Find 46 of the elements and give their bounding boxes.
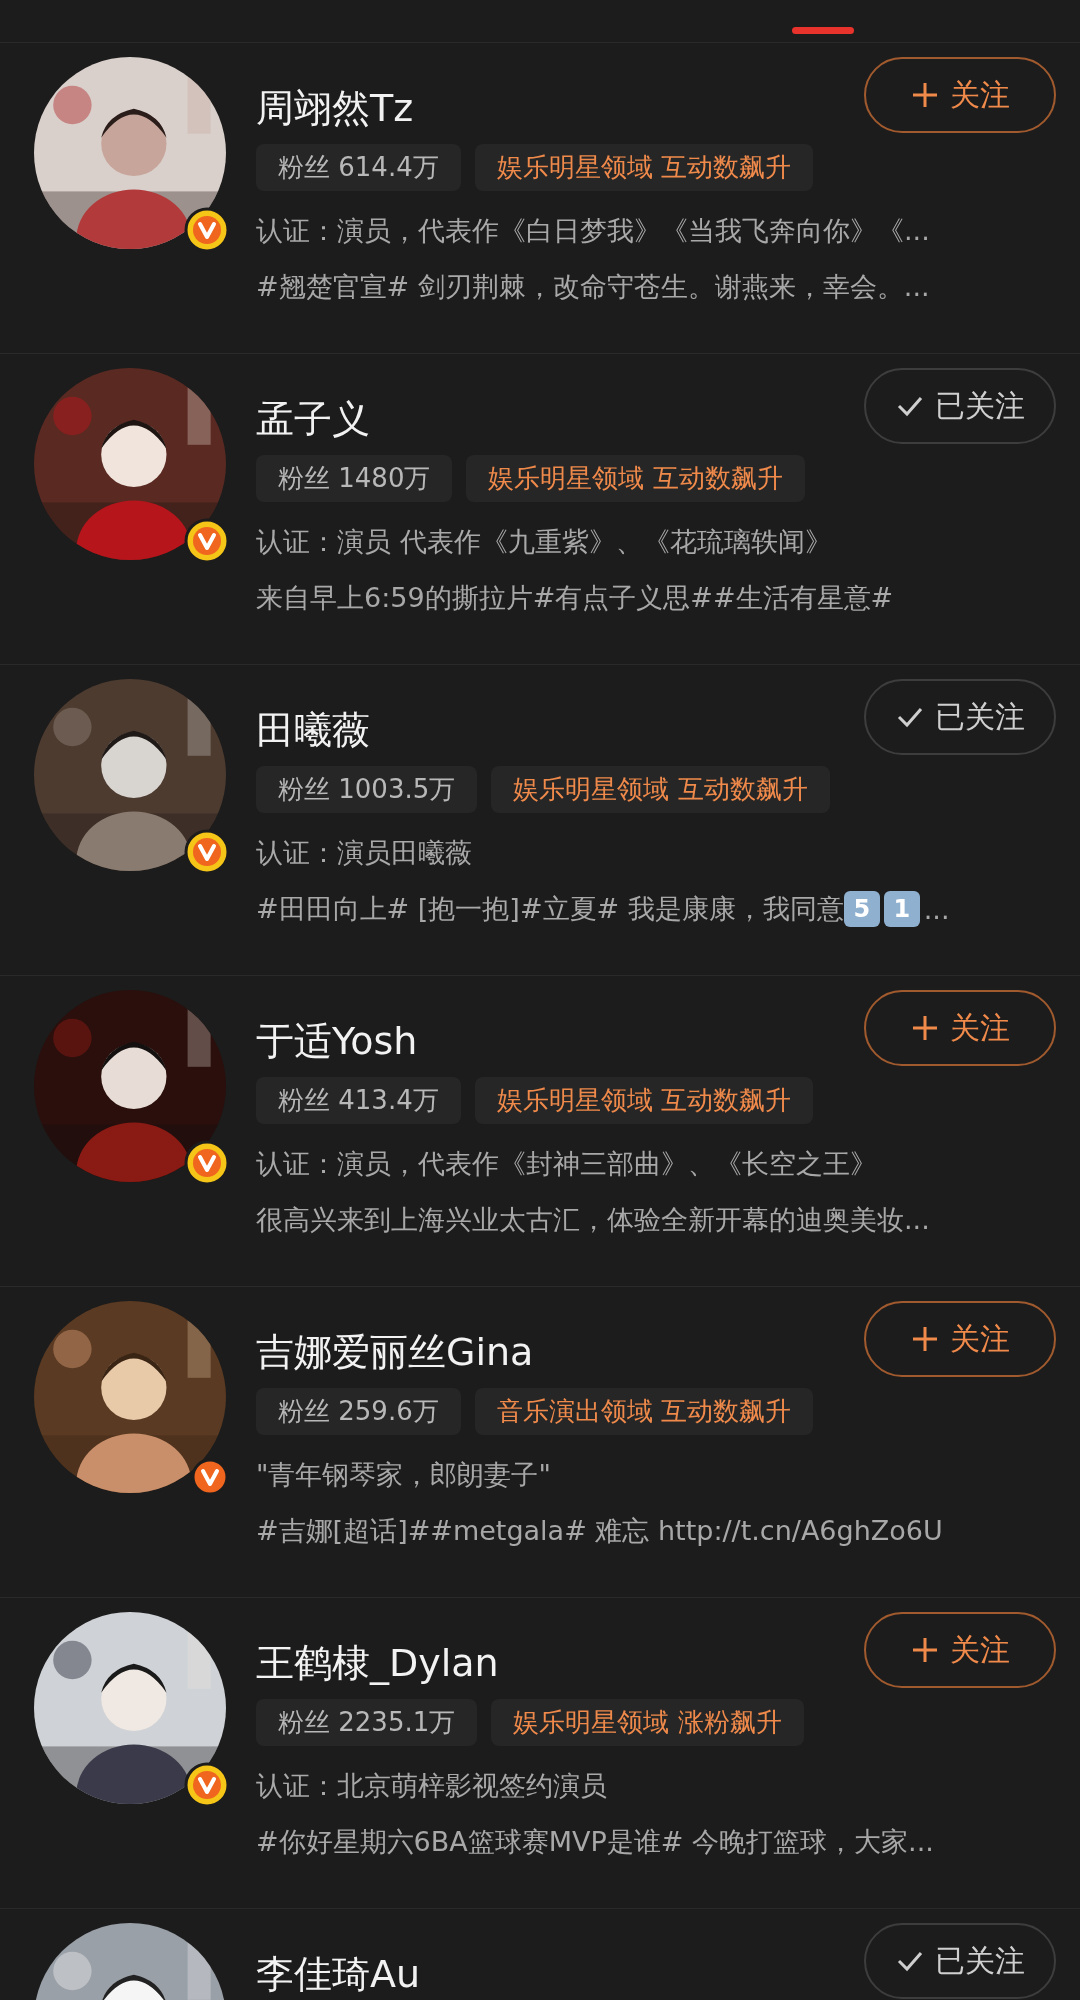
follower-count: 粉丝 2235.1万 [256,1699,478,1746]
follower-count: 粉丝 259.6万 [256,1388,461,1435]
trend-tag: 娱乐明星领域 涨粉飙升 [491,1699,804,1746]
follower-count: 粉丝 614.4万 [256,144,461,191]
follower-count: 粉丝 413.4万 [256,1077,461,1124]
post-text: #田田向上# [抱一抱]#立夏# 我是康康，我同意 [256,892,844,926]
user-name[interactable]: 周翊然Tz [256,83,414,134]
trend-tag: 娱乐明星领域 互动数飙升 [474,144,813,191]
post-text: 很高兴来到上海兴业太古汇，体验全新开幕的迪奥美妆... [256,1203,930,1237]
bio-text: 认证：北京萌梓影视签约演员 [256,1769,608,1803]
plus-icon [910,1013,940,1043]
plus-icon [910,80,940,110]
follower-count: 粉丝 1003.5万 [256,766,478,813]
user-name[interactable]: 田曦薇 [256,705,370,756]
user-name[interactable]: 王鹤棣_Dylan [256,1638,499,1689]
follow-button[interactable]: 关注 [864,1612,1056,1688]
follower-count: 粉丝 1480万 [256,455,453,502]
following-button[interactable]: 已关注 [864,679,1056,755]
follow-button[interactable]: 关注 [864,990,1056,1066]
user-name[interactable]: 李佳琦Au [256,1949,421,2000]
keycap-emoji: 5 [843,891,880,927]
following-button[interactable]: 已关注 [864,368,1056,444]
post-text: 来自早上6:59的撕拉片#有点子义思##生活有星意# [256,581,894,615]
trend-tag: 音乐演出领域 互动数飙升 [474,1388,813,1435]
post-text: #吉娜[超话]##metgala# 难忘 http://t.cn/A6ghZo6U [256,1514,943,1548]
bio-text: 认证：演员田曦薇 [256,836,473,870]
keycap-emoji: 1 [883,891,920,927]
trend-tag: 娱乐明星领域 互动数飙升 [474,1077,813,1124]
bio-text: 认证：演员，代表作《封神三部曲》、《长空之王》 [256,1147,878,1181]
trend-tag: 娱乐明星领域 互动数飙升 [466,455,805,502]
follow-button[interactable]: 关注 [864,1301,1056,1377]
bio-text: "青年钢琴家，郎朗妻子" [256,1458,552,1492]
plus-icon [910,1635,940,1665]
following-button[interactable]: 已关注 [864,1923,1056,1999]
bio-text: 认证：演员，代表作《白日梦我》《当我飞奔向你》《... [256,214,931,248]
user-name[interactable]: 吉娜爱丽丝Gina [256,1327,534,1378]
follow-button[interactable]: 关注 [864,57,1056,133]
post-text: ... [923,893,950,925]
user-name[interactable]: 孟子义 [256,394,370,445]
trend-tag: 娱乐明星领域 互动数飙升 [491,766,830,813]
post-text: #翘楚官宣# 剑刃荆棘，改命守苍生。谢燕来，幸会。... [256,270,930,304]
tab-indicator [792,27,855,34]
user-name[interactable]: 于适Yosh [256,1016,418,1067]
plus-icon [910,1324,940,1354]
post-text: #你好星期六6BA篮球赛MVP是谁# 今晚打篮球，大家... [256,1825,934,1859]
bio-text: 认证：演员 代表作《九重紫》、《花琉璃轶闻》 [256,525,833,559]
